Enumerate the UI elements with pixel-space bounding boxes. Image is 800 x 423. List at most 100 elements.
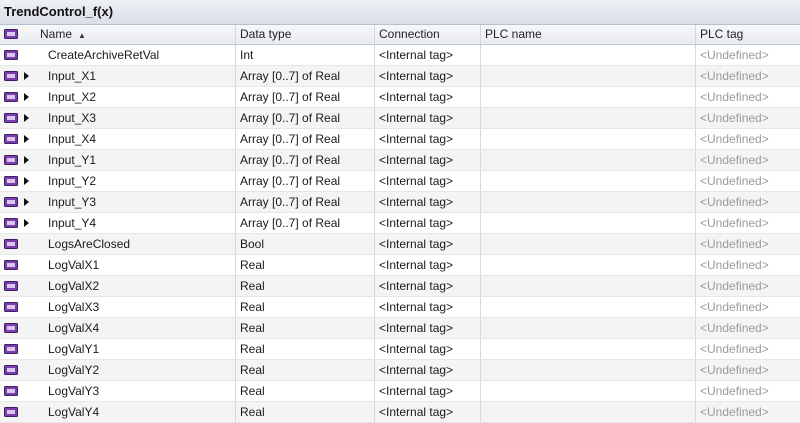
table-row[interactable]: LogValX1 Real <Internal tag> <Undefined> [0,255,800,276]
cell-plc-tag[interactable]: <Undefined> [696,297,800,317]
cell-name[interactable]: LogValX1 [36,255,236,275]
row-expander-cell[interactable] [22,66,36,86]
cell-name[interactable]: Input_X2 [36,87,236,107]
cell-plc-name[interactable] [481,108,696,128]
cell-connection[interactable]: <Internal tag> [375,171,481,191]
cell-plc-name[interactable] [481,66,696,86]
cell-plc-name[interactable] [481,402,696,422]
cell-data-type[interactable]: Array [0..7] of Real [236,129,375,149]
table-row[interactable]: LogValY1 Real <Internal tag> <Undefined> [0,339,800,360]
cell-data-type[interactable]: Real [236,339,375,359]
table-row[interactable]: Input_X2 Array [0..7] of Real <Internal ta… [0,87,800,108]
cell-plc-tag[interactable]: <Undefined> [696,360,800,380]
cell-connection[interactable]: <Internal tag> [375,234,481,254]
cell-plc-name[interactable] [481,381,696,401]
row-expander-cell[interactable] [22,213,36,233]
expand-arrow-icon[interactable] [24,198,29,206]
cell-data-type[interactable]: Real [236,381,375,401]
cell-plc-tag[interactable]: <Undefined> [696,45,800,65]
cell-plc-tag[interactable]: <Undefined> [696,87,800,107]
cell-data-type[interactable]: Array [0..7] of Real [236,66,375,86]
expand-arrow-icon[interactable] [24,156,29,164]
cell-plc-name[interactable] [481,276,696,296]
column-header-data-type[interactable]: Data type [236,25,375,44]
cell-name[interactable]: CreateArchiveRetVal [36,45,236,65]
cell-connection[interactable]: <Internal tag> [375,129,481,149]
cell-connection[interactable]: <Internal tag> [375,339,481,359]
cell-connection[interactable]: <Internal tag> [375,213,481,233]
cell-connection[interactable]: <Internal tag> [375,150,481,170]
cell-data-type[interactable]: Int [236,45,375,65]
cell-plc-name[interactable] [481,87,696,107]
cell-connection[interactable]: <Internal tag> [375,192,481,212]
column-header-plc-name[interactable]: PLC name [481,25,696,44]
cell-connection[interactable]: <Internal tag> [375,108,481,128]
cell-connection[interactable]: <Internal tag> [375,66,481,86]
expand-arrow-icon[interactable] [24,219,29,227]
cell-data-type[interactable]: Real [236,255,375,275]
table-row[interactable]: Input_X1 Array [0..7] of Real <Internal ta… [0,66,800,87]
cell-connection[interactable]: <Internal tag> [375,255,481,275]
cell-name[interactable]: LogsAreClosed [36,234,236,254]
cell-data-type[interactable]: Real [236,276,375,296]
cell-plc-name[interactable] [481,192,696,212]
cell-data-type[interactable]: Array [0..7] of Real [236,192,375,212]
row-expander-cell[interactable] [22,129,36,149]
expand-arrow-icon[interactable] [24,135,29,143]
cell-data-type[interactable]: Array [0..7] of Real [236,87,375,107]
table-row[interactable]: LogValX3 Real <Internal tag> <Undefined> [0,297,800,318]
table-row[interactable]: LogValY2 Real <Internal tag> <Undefined> [0,360,800,381]
cell-name[interactable]: LogValY1 [36,339,236,359]
cell-data-type[interactable]: Array [0..7] of Real [236,213,375,233]
cell-name[interactable]: LogValY3 [36,381,236,401]
cell-plc-name[interactable] [481,150,696,170]
cell-data-type[interactable]: Real [236,402,375,422]
cell-data-type[interactable]: Array [0..7] of Real [236,171,375,191]
table-row[interactable]: LogValX2 Real <Internal tag> <Undefined> [0,276,800,297]
cell-plc-name[interactable] [481,171,696,191]
cell-connection[interactable]: <Internal tag> [375,318,481,338]
table-row[interactable]: LogValX4 Real <Internal tag> <Undefined> [0,318,800,339]
cell-plc-name[interactable] [481,129,696,149]
cell-plc-tag[interactable]: <Undefined> [696,255,800,275]
cell-plc-tag[interactable]: <Undefined> [696,108,800,128]
cell-plc-tag[interactable]: <Undefined> [696,66,800,86]
cell-plc-tag[interactable]: <Undefined> [696,276,800,296]
cell-name[interactable]: Input_Y3 [36,192,236,212]
cell-data-type[interactable]: Real [236,318,375,338]
cell-plc-name[interactable] [481,213,696,233]
cell-plc-name[interactable] [481,45,696,65]
cell-plc-tag[interactable]: <Undefined> [696,234,800,254]
cell-plc-name[interactable] [481,339,696,359]
column-header-plc-tag[interactable]: PLC tag [696,25,800,44]
column-header-connection[interactable]: Connection [375,25,481,44]
row-expander-cell[interactable] [22,87,36,107]
cell-connection[interactable]: <Internal tag> [375,381,481,401]
cell-name[interactable]: LogValY4 [36,402,236,422]
cell-name[interactable]: LogValX4 [36,318,236,338]
cell-plc-name[interactable] [481,297,696,317]
cell-name[interactable]: Input_Y2 [36,171,236,191]
cell-plc-tag[interactable]: <Undefined> [696,213,800,233]
cell-data-type[interactable]: Bool [236,234,375,254]
table-row[interactable]: Input_X3 Array [0..7] of Real <Internal ta… [0,108,800,129]
cell-connection[interactable]: <Internal tag> [375,402,481,422]
cell-data-type[interactable]: Array [0..7] of Real [236,150,375,170]
table-row[interactable]: LogsAreClosed Bool <Internal tag> <Undefine… [0,234,800,255]
table-row[interactable]: Input_Y3 Array [0..7] of Real <Internal ta… [0,192,800,213]
cell-name[interactable]: Input_X4 [36,129,236,149]
expand-arrow-icon[interactable] [24,177,29,185]
cell-plc-tag[interactable]: <Undefined> [696,150,800,170]
row-expander-cell[interactable] [22,192,36,212]
cell-plc-tag[interactable]: <Undefined> [696,129,800,149]
cell-plc-name[interactable] [481,318,696,338]
table-row[interactable]: Input_Y4 Array [0..7] of Real <Internal ta… [0,213,800,234]
cell-plc-tag[interactable]: <Undefined> [696,339,800,359]
cell-plc-tag[interactable]: <Undefined> [696,192,800,212]
expand-arrow-icon[interactable] [24,72,29,80]
cell-name[interactable]: LogValX3 [36,297,236,317]
cell-connection[interactable]: <Internal tag> [375,45,481,65]
cell-plc-name[interactable] [481,255,696,275]
column-header-name[interactable]: Name ▲ [36,25,236,44]
cell-connection[interactable]: <Internal tag> [375,87,481,107]
